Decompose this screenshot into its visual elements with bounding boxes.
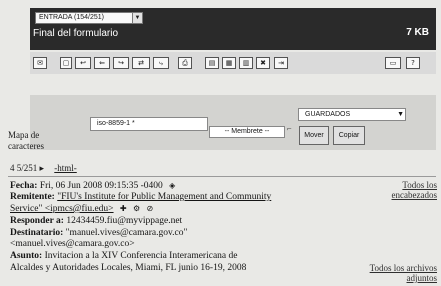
html-view-link[interactable]: -html- — [54, 163, 77, 173]
print-icon[interactable]: ⎙ — [178, 57, 192, 69]
subject-row: Asunto: Invitacion a la XIV Conferencia … — [10, 251, 237, 262]
date-value: Fri, 06 Jun 2008 09:15:35 -0400 — [39, 181, 163, 191]
folder-select-value: ENTRADA (154/251) — [39, 14, 104, 21]
message-position[interactable]: 4 5/251 ▸ — [10, 163, 44, 173]
reply-all-icon[interactable]: ⇐ — [94, 57, 110, 69]
recipient-row: Destinatario: "manuel.vives@camara.gov.c… — [10, 228, 187, 239]
reply-to-value: 12434459.fiu@myvippage.net — [66, 216, 183, 226]
all-attachments-link[interactable]: Todos los archivos adjuntos — [370, 263, 437, 283]
calendar-icon[interactable]: ▦ — [222, 57, 236, 69]
reply-to-row: Responder a: 12434459.fiu@myvippage.net — [10, 216, 182, 227]
redirect-icon[interactable]: ⇄ — [132, 57, 150, 69]
sender-link[interactable]: "FIU's Institute for Public Management a… — [57, 192, 271, 202]
chevron-down-icon[interactable]: ▼ — [132, 13, 142, 23]
new-document-icon[interactable]: ▢ — [60, 57, 72, 69]
subject-label: Asunto: — [10, 251, 43, 261]
message-size: 7 KB — [406, 27, 429, 38]
letterhead-icon[interactable]: ⌐ — [287, 124, 292, 133]
date-row: Fecha: Fri, 06 Jun 2008 09:15:35 -0400 ◈ — [10, 180, 175, 192]
charset-select[interactable]: iso-8859-1 * — [90, 117, 208, 131]
source-icon[interactable]: ▭ — [385, 57, 401, 69]
subject-row-2: Alcaldes y Autoridades Locales, Miami, F… — [10, 263, 246, 274]
form-title: Final del formulario — [33, 28, 119, 39]
move-icon[interactable]: ⇥ — [274, 57, 288, 69]
all-headers-link[interactable]: Todos los encabezados — [392, 180, 437, 200]
recipient-row-2: <manuel.vives@camara.gov.co> — [10, 239, 135, 250]
flag-icon[interactable]: ◈ — [169, 181, 175, 190]
destination-folder-value: GUARDADOS — [305, 111, 351, 118]
filter-icon[interactable]: ⚙ — [133, 204, 140, 213]
all-headers-line2: encabezados — [391, 190, 437, 200]
pager: 4 5/251 ▸ -html- — [10, 163, 77, 174]
compose-icon[interactable]: ✉ — [33, 57, 47, 69]
letterhead-select[interactable]: -- Membrete -- — [209, 126, 285, 138]
folder-select[interactable]: ENTRADA (154/251) ▼ — [35, 12, 143, 24]
date-label: Fecha: — [10, 181, 38, 191]
recipient-label: Destinatario: — [10, 228, 64, 238]
recipient-value: "manuel.vives@camara.gov.co" — [65, 228, 188, 238]
chevron-down-icon[interactable]: ▼ — [397, 109, 404, 120]
sender-email-link[interactable]: Service" <ipmcs@fiu.edu> — [10, 204, 114, 214]
all-attachments-line1: Todos los archivos — [369, 263, 437, 273]
help-icon[interactable]: ? — [406, 57, 420, 69]
trash-icon[interactable]: ✖ — [256, 57, 270, 69]
charset-label: Mapa de caracteres — [8, 130, 44, 151]
sender-label: Remitente: — [10, 192, 55, 202]
add-contact-icon[interactable]: ✚ — [120, 204, 127, 213]
all-headers-line1: Todos los — [402, 180, 437, 190]
reply-icon[interactable]: ↩ — [75, 57, 91, 69]
reply-to-label: Responder a: — [10, 216, 64, 226]
forward-icon[interactable]: ↪ — [113, 57, 129, 69]
recipient-email: <manuel.vives@camara.gov.co> — [10, 239, 135, 249]
archive-icon[interactable]: ▥ — [239, 57, 253, 69]
all-attachments-line2: adjuntos — [406, 273, 438, 283]
subject-value: Invitacion a la XIV Conferencia Interame… — [44, 251, 238, 261]
sender-row-2: Service" <ipmcs@fiu.edu> ✚ ⚙ ⊘ — [10, 203, 153, 215]
block-icon[interactable]: ⊘ — [147, 204, 154, 213]
sender-row: Remitente: "FIU's Institute for Public M… — [10, 192, 271, 203]
copy-button[interactable]: Copiar — [333, 126, 365, 145]
divider — [8, 176, 436, 177]
destination-folder-select[interactable]: GUARDADOS ▼ — [298, 108, 406, 121]
book-icon[interactable]: ▤ — [205, 57, 219, 69]
subject-value-2: Alcaldes y Autoridades Locales, Miami, F… — [10, 263, 247, 273]
move-button[interactable]: Mover — [299, 126, 329, 145]
forward-attach-icon[interactable]: ⤷ — [153, 57, 169, 69]
